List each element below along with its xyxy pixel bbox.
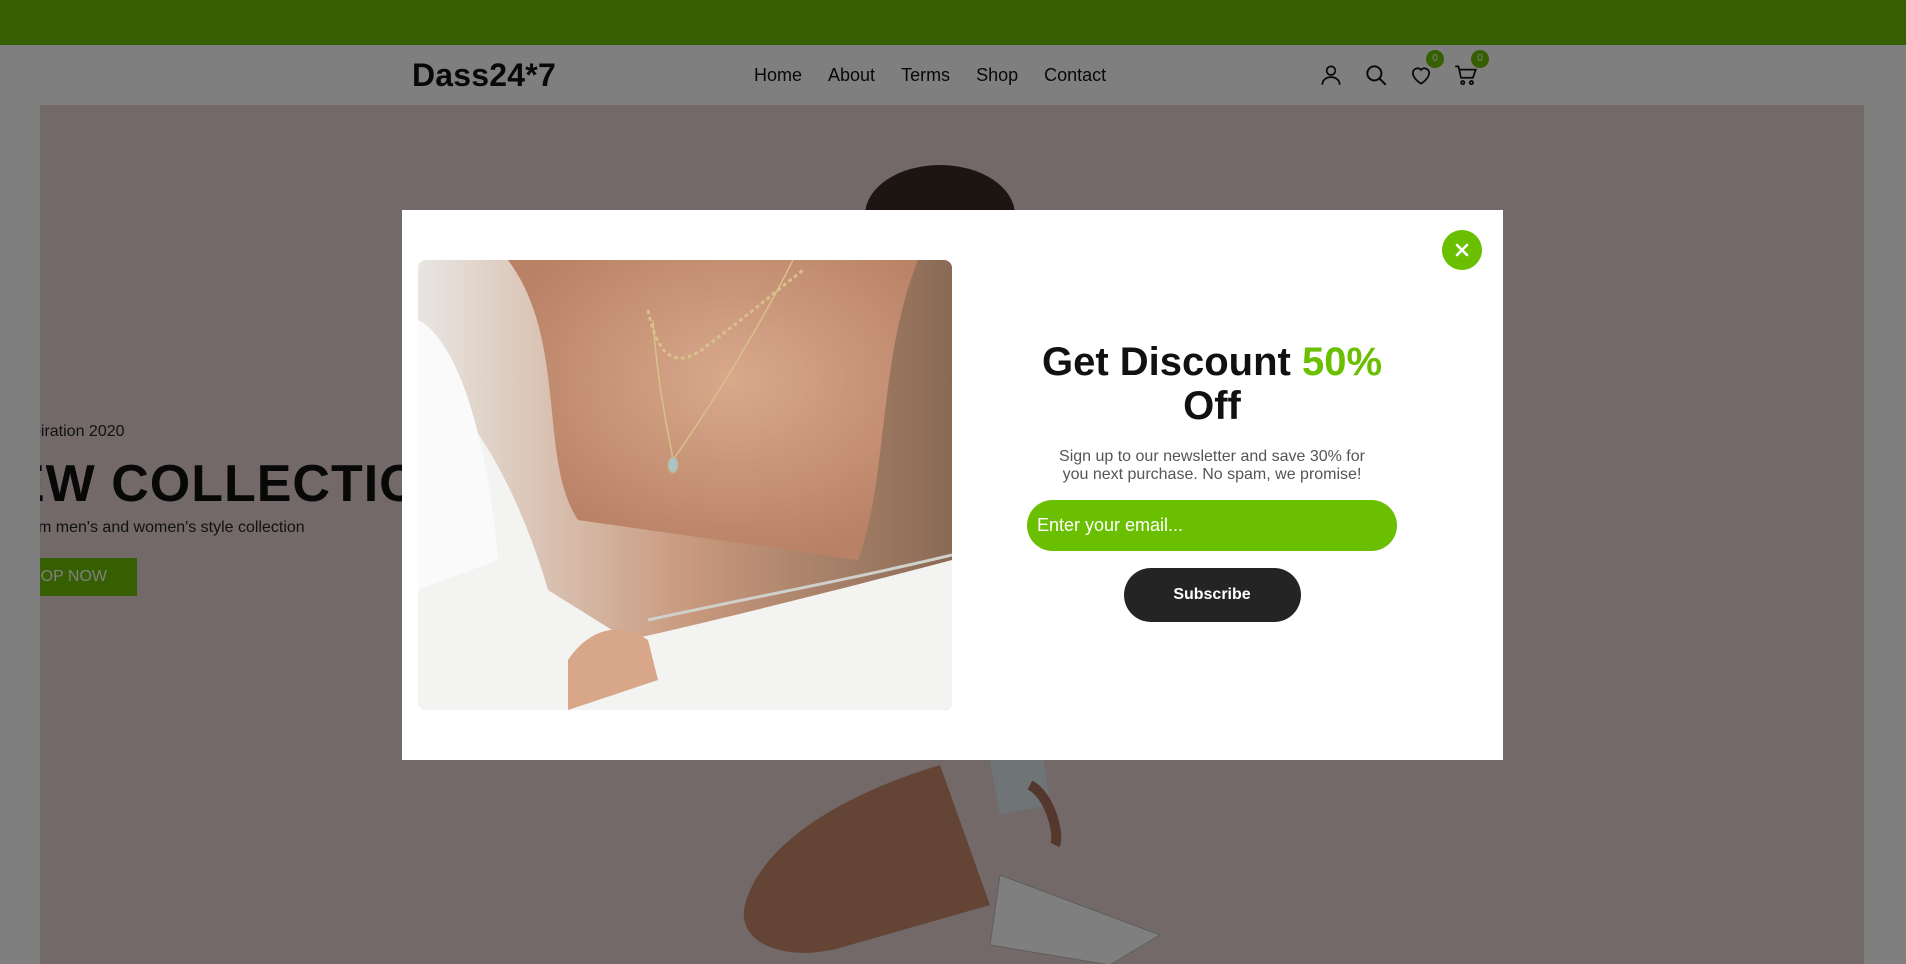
subscribe-button[interactable]: Subscribe xyxy=(1123,568,1301,622)
popup-heading: Get Discount 50% Off xyxy=(1022,340,1402,428)
discount-popup: Get Discount 50% Off Sign up to our newsl… xyxy=(402,210,1503,760)
close-popup-button[interactable] xyxy=(1442,230,1482,270)
popup-heading-main: Get Discount xyxy=(1041,340,1302,384)
popup-description: Sign up to our newsletter and save 30% f… xyxy=(1059,448,1365,483)
popup-heading-end: Off xyxy=(1183,384,1241,428)
popup-heading-discount: 50% xyxy=(1301,340,1383,384)
popup-content: Get Discount 50% Off Sign up to our newsl… xyxy=(1022,340,1402,622)
necklace-photo xyxy=(418,260,952,710)
close-icon xyxy=(1455,243,1469,257)
email-input[interactable] xyxy=(1027,500,1397,551)
